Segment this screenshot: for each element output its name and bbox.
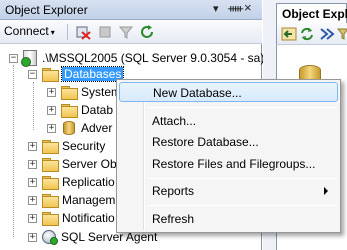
tree-node-notification-services[interactable]: + Notificatio bbox=[28, 209, 115, 227]
tree-node-label: Notificatio bbox=[62, 211, 115, 225]
tree-node-label: System bbox=[81, 85, 122, 99]
tree-node-label: Databases bbox=[60, 66, 125, 82]
expand-icon[interactable]: + bbox=[28, 159, 37, 169]
tree-guide-line bbox=[33, 82, 34, 130]
list-view-icon[interactable] bbox=[319, 26, 335, 42]
window-position-dropdown-icon[interactable]: ▾ bbox=[213, 3, 219, 15]
tree-node-label: Security bbox=[62, 139, 106, 153]
menu-item-restore-database[interactable]: Restore Database... bbox=[119, 132, 338, 152]
folder-icon bbox=[42, 158, 59, 172]
menu-item-refresh[interactable]: Refresh bbox=[119, 209, 338, 229]
refresh-icon[interactable] bbox=[139, 24, 155, 40]
expand-icon[interactable]: + bbox=[47, 105, 56, 115]
tree-node-label: Replicatio bbox=[62, 175, 115, 189]
menu-separator bbox=[148, 178, 337, 179]
menu-item-reports[interactable]: Reports bbox=[119, 181, 338, 201]
details-toolbar bbox=[276, 23, 347, 45]
tree-node-adventureworks[interactable]: + Adver bbox=[47, 119, 112, 137]
back-icon[interactable] bbox=[281, 26, 297, 42]
submenu-arrow-icon bbox=[324, 187, 328, 195]
tree-node-label: Managem bbox=[62, 193, 116, 207]
menu-item-label: Restore Files and Filegroups... bbox=[152, 157, 316, 171]
folder-icon bbox=[42, 194, 59, 208]
menu-item-new-database[interactable]: New Database... bbox=[119, 82, 338, 102]
object-explorer-toolbar: Connect ▾ bbox=[0, 20, 262, 44]
tree-node-server-objects[interactable]: + Server Ob bbox=[28, 155, 117, 173]
connect-button[interactable]: Connect ▾ bbox=[4, 24, 55, 38]
object-explorer-titlebar: Object Explorer ▾ ᚔ × bbox=[0, 0, 262, 20]
tree-node-label: Adver bbox=[81, 121, 113, 135]
menu-item-label: Reports bbox=[152, 184, 195, 198]
folder-icon bbox=[42, 212, 59, 226]
tree-node-database-snapshots[interactable]: + Datab bbox=[47, 101, 113, 119]
connect-dropdown-icon: ▾ bbox=[50, 28, 55, 37]
tree-node-databases[interactable]: − Databases bbox=[28, 65, 125, 83]
sync-icon[interactable] bbox=[299, 26, 315, 42]
expand-icon[interactable]: + bbox=[28, 213, 37, 223]
expand-icon[interactable]: + bbox=[28, 195, 37, 205]
expand-icon[interactable]: + bbox=[28, 232, 37, 242]
tab-object-explorer-details[interactable]: Object Explor bbox=[276, 3, 347, 23]
folder-icon bbox=[42, 176, 59, 190]
menu-item-label: Restore Database... bbox=[152, 135, 259, 149]
menu-item-label: Refresh bbox=[152, 212, 195, 226]
tree-node-replication[interactable]: + Replicatio bbox=[28, 173, 115, 191]
menu-item-restore-files-filegroups[interactable]: Restore Files and Filegroups... bbox=[119, 154, 338, 174]
tree-node-label: Server Ob bbox=[62, 157, 117, 171]
filter-icon[interactable] bbox=[118, 24, 134, 40]
expand-icon[interactable]: + bbox=[47, 87, 56, 97]
menu-item-label: Attach... bbox=[152, 114, 197, 128]
folder-icon bbox=[61, 104, 78, 118]
pin-icon[interactable]: ᚔ bbox=[228, 3, 243, 15]
connect-label: Connect bbox=[4, 24, 49, 38]
tree-node-label: .\MSSQL2005 (SQL Server 9.0.3054 - sa) bbox=[42, 51, 265, 65]
folder-icon bbox=[42, 140, 59, 154]
collapse-icon[interactable]: − bbox=[9, 53, 18, 63]
menu-item-attach[interactable]: Attach... bbox=[119, 111, 338, 131]
tree-node-system-databases[interactable]: + System bbox=[47, 83, 121, 101]
collapse-icon[interactable]: − bbox=[28, 69, 37, 79]
folder-icon bbox=[61, 86, 78, 100]
toolbar-separator bbox=[67, 24, 68, 40]
expand-icon[interactable]: + bbox=[28, 177, 37, 187]
server-icon bbox=[21, 50, 37, 67]
sql-agent-icon bbox=[42, 230, 58, 245]
context-menu: New Database... Attach... Restore Databa… bbox=[116, 79, 341, 233]
tab-label: Object Explor bbox=[282, 7, 347, 21]
object-explorer-title: Object Explorer bbox=[5, 3, 88, 17]
database-icon bbox=[63, 121, 75, 135]
tree-node-security[interactable]: + Security bbox=[28, 137, 105, 155]
tree-node-label: Datab bbox=[81, 103, 114, 117]
menu-item-label: New Database... bbox=[153, 86, 242, 100]
expand-icon[interactable]: + bbox=[28, 141, 37, 151]
menu-separator bbox=[148, 107, 337, 108]
tree-node-management[interactable]: + Managem bbox=[28, 191, 115, 209]
filter-icon[interactable] bbox=[337, 26, 347, 42]
folder-icon bbox=[42, 68, 59, 82]
expand-icon[interactable]: + bbox=[47, 123, 56, 133]
stop-icon[interactable] bbox=[97, 24, 113, 40]
menu-separator bbox=[148, 205, 337, 206]
tree-guide-line bbox=[13, 65, 14, 237]
close-icon[interactable]: × bbox=[244, 1, 252, 14]
disconnect-icon[interactable] bbox=[75, 24, 91, 40]
